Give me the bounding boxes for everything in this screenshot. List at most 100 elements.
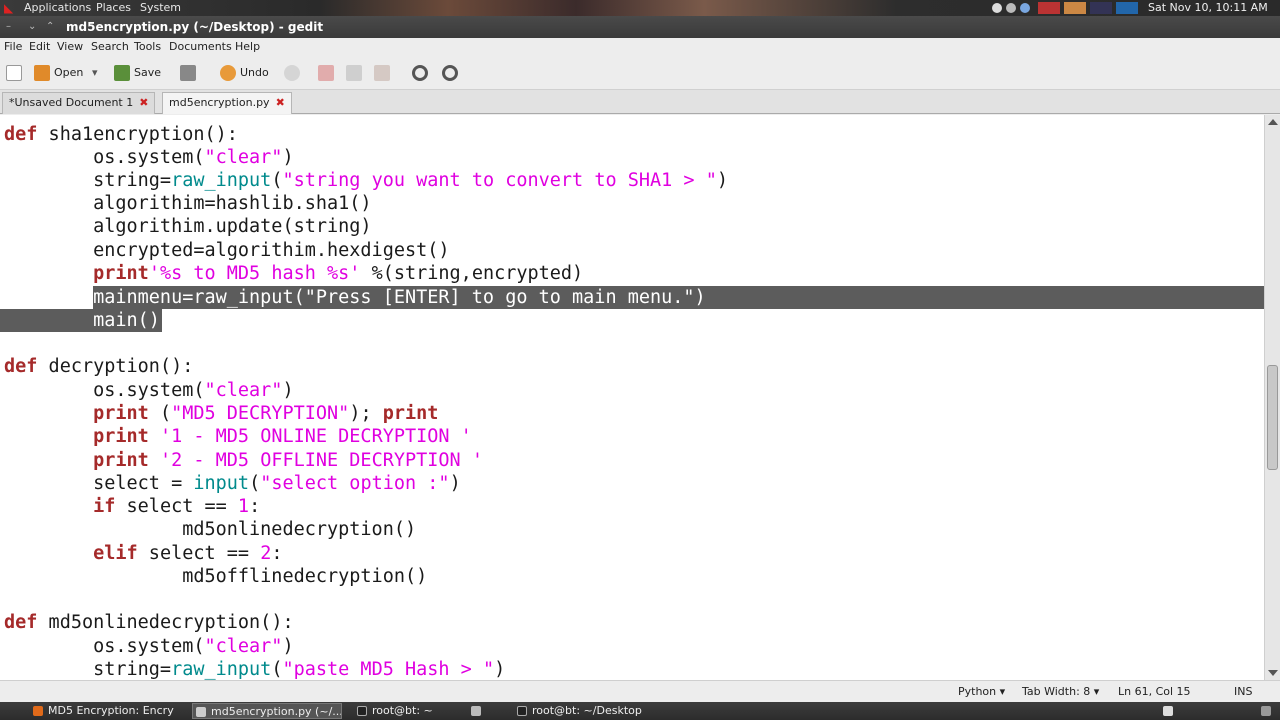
scroll-down-icon[interactable] <box>1268 670 1278 676</box>
minimize-icon[interactable]: ⌄ <box>28 16 36 38</box>
insert-mode: INS <box>1234 685 1253 698</box>
search-icon <box>412 65 428 81</box>
paste-button[interactable] <box>374 64 394 82</box>
code-line: algorithim.update(string) <box>4 216 372 237</box>
code-line: elif select == 2: <box>93 543 283 564</box>
code-line: print '1 - MD5 ONLINE DECRYPTION ' <box>93 426 472 447</box>
sound-icon[interactable] <box>1006 3 1016 13</box>
copy-icon <box>346 65 362 81</box>
code-line: print'%s to MD5 hash %s' %(string,encryp… <box>93 263 584 284</box>
cursor-position: Ln 61, Col 15 <box>1118 685 1191 698</box>
close-icon[interactable]: ✖ <box>276 96 285 109</box>
code-line: os.system("clear") <box>4 380 294 401</box>
vertical-scrollbar[interactable] <box>1264 115 1280 680</box>
undo-icon <box>220 65 236 81</box>
code-line: md5onlinedecryption() <box>4 519 417 540</box>
window-title: md5encryption.py (~/Desktop) - gedit <box>66 20 324 34</box>
show-desktop-button[interactable] <box>1160 703 1182 719</box>
load-monitor-icon <box>1090 2 1112 14</box>
paste-icon <box>374 65 390 81</box>
code-line: def decryption(): <box>4 356 194 377</box>
net-monitor-icon <box>1116 2 1138 14</box>
folder-open-icon <box>34 65 50 81</box>
tab-unsaved-document[interactable]: *Unsaved Document 1 ✖ <box>2 92 156 114</box>
new-document-icon <box>6 65 22 81</box>
maximize-icon[interactable]: ⌃ <box>46 16 54 38</box>
print-button[interactable] <box>180 64 200 82</box>
code-line: md5offlinedecryption() <box>4 566 428 587</box>
code-line: select = input("select option :") <box>4 473 461 494</box>
undo-button[interactable]: Undo <box>220 64 269 82</box>
places-menu[interactable]: Places <box>96 0 131 16</box>
language-selector[interactable]: Python ▾ <box>958 681 1005 703</box>
code-line: string=raw_input("string you want to con… <box>4 170 728 191</box>
task-browser[interactable]: MD5 Encryption: Encry <box>30 703 180 719</box>
toolbar: Open ▾ Save Undo <box>0 56 1280 90</box>
copy-button[interactable] <box>346 64 366 82</box>
code-line: algorithim=hashlib.sha1() <box>4 193 372 214</box>
cut-icon <box>318 65 334 81</box>
menu-help[interactable]: Help <box>235 38 260 56</box>
firefox-icon <box>33 706 43 716</box>
terminal-icon <box>357 706 367 716</box>
open-button[interactable]: Open <box>34 64 83 82</box>
new-button[interactable] <box>6 64 26 82</box>
menu-file[interactable]: File <box>4 38 22 56</box>
cut-button[interactable] <box>318 64 338 82</box>
code-line-selected: main() <box>4 310 160 331</box>
tab-width-selector[interactable]: Tab Width: 8 ▾ <box>1022 681 1099 703</box>
menu-documents[interactable]: Documents <box>169 38 232 56</box>
menubar: File Edit View Search Tools Documents He… <box>0 38 1280 56</box>
tab-md5encryption[interactable]: md5encryption.py ✖ <box>162 92 292 114</box>
task-terminal-desktop[interactable]: root@bt: ~/Desktop <box>514 703 664 719</box>
system-menu[interactable]: System <box>140 0 181 16</box>
redo-icon <box>284 65 300 81</box>
terminal-icon <box>517 706 527 716</box>
scroll-up-icon[interactable] <box>1268 119 1278 125</box>
applications-menu[interactable]: Applications <box>24 0 91 16</box>
code-editor[interactable]: def sha1encryption(): os.system("clear")… <box>0 115 1264 680</box>
cpu-monitor-icon <box>1038 2 1060 14</box>
trash-button[interactable] <box>1258 703 1278 719</box>
taskbar: MD5 Encryption: Encry md5encryption.py (… <box>0 702 1280 720</box>
code-line: os.system("clear") <box>4 636 294 657</box>
window-menu-icon[interactable]: – <box>6 16 11 38</box>
menu-view[interactable]: View <box>57 38 83 56</box>
trash-icon <box>1261 706 1271 716</box>
save-icon <box>114 65 130 81</box>
code-line: print '2 - MD5 OFFLINE DECRYPTION ' <box>93 450 483 471</box>
code-line-selected: mainmenu=raw_input("Press [ENTER] to go … <box>4 287 706 308</box>
print-icon <box>180 65 196 81</box>
save-button[interactable]: Save <box>114 64 161 82</box>
document-tabs: *Unsaved Document 1 ✖ md5encryption.py ✖ <box>0 90 1280 114</box>
code-line: encrypted=algorithim.hexdigest() <box>4 240 450 261</box>
system-tray <box>990 1 1140 15</box>
text-editor-icon <box>196 707 206 717</box>
task-launcher[interactable] <box>468 703 494 719</box>
menu-search[interactable]: Search <box>91 38 129 56</box>
code-line: if select == 1: <box>93 496 261 517</box>
update-icon[interactable] <box>1020 3 1030 13</box>
task-gedit[interactable]: md5encryption.py (~/... <box>192 703 342 719</box>
code-line: os.system("clear") <box>4 147 294 168</box>
code-line: print ("MD5 DECRYPTION"); print <box>93 403 439 424</box>
redo-button[interactable] <box>284 64 304 82</box>
find-replace-icon <box>442 65 458 81</box>
statusbar: Python ▾ Tab Width: 8 ▾ Ln 61, Col 15 IN… <box>0 680 1280 702</box>
close-icon[interactable]: ✖ <box>139 96 148 109</box>
open-recent-dropdown[interactable]: ▾ <box>92 64 98 82</box>
distro-logo-icon[interactable]: ◣ <box>4 2 18 14</box>
show-desktop-icon <box>1163 706 1173 716</box>
menu-edit[interactable]: Edit <box>29 38 50 56</box>
window-titlebar[interactable]: – ⌄ ⌃ md5encryption.py (~/Desktop) - ged… <box>0 16 1280 38</box>
find-replace-button[interactable] <box>442 64 462 82</box>
find-button[interactable] <box>412 64 432 82</box>
app-icon <box>471 706 481 716</box>
clock[interactable]: Sat Nov 10, 10:11 AM <box>1148 0 1268 16</box>
task-terminal[interactable]: root@bt: ~ <box>354 703 454 719</box>
code-line: def sha1encryption(): <box>4 124 238 145</box>
code-line: def md5onlinedecryption(): <box>4 612 294 633</box>
menu-tools[interactable]: Tools <box>134 38 161 56</box>
network-icon[interactable] <box>992 3 1002 13</box>
scrollbar-thumb[interactable] <box>1267 365 1278 470</box>
